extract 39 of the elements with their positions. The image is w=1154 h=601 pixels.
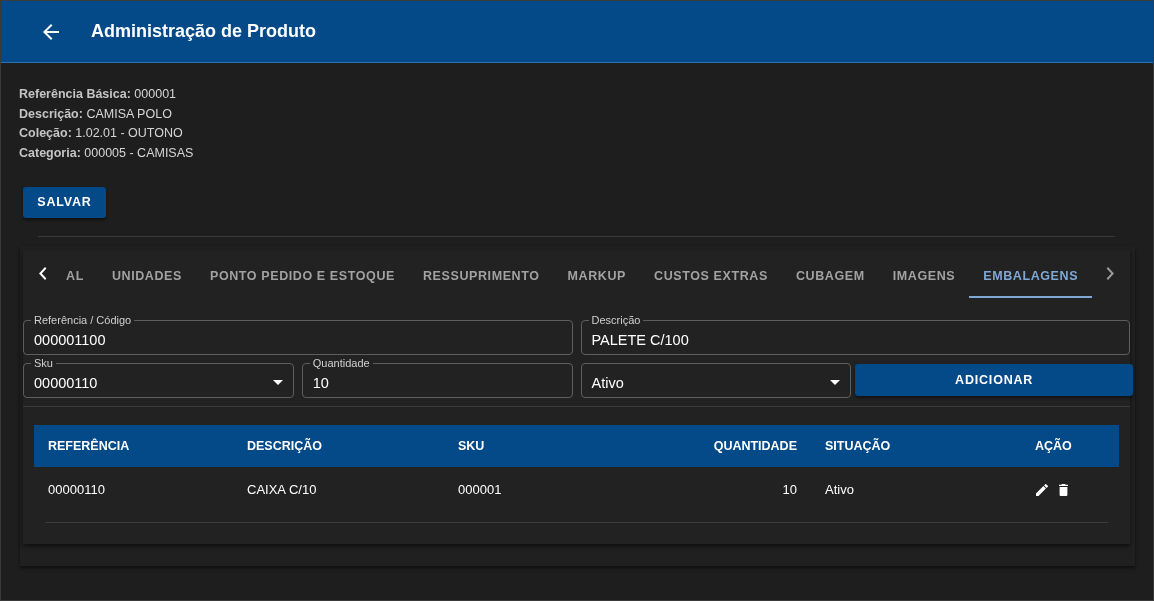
tab[interactable]: AL (63, 249, 98, 298)
product-info-line: Descrição: CAMISA POLO (19, 105, 173, 123)
chevron-right-icon[interactable] (1106, 267, 1114, 281)
tab[interactable]: RESSUPRIMENTO (408, 249, 554, 298)
select-field[interactable]: Ativo (580, 362, 852, 398)
column-header: QUANTIDADE (641, 424, 811, 467)
product-info-line: Categoria: 000005 - CAMISAS (19, 145, 195, 163)
column-header: DESCRIÇÃO (233, 424, 444, 467)
product-info-line: Coleção: 1.02.01 - OUTONO (19, 125, 184, 143)
product-info-line: Referência Básica: 000001 (19, 86, 178, 103)
tab[interactable]: MARKUP (553, 249, 641, 298)
caret-down-icon[interactable] (272, 380, 283, 386)
tab[interactable]: EMBALAGENS (969, 249, 1093, 298)
tab[interactable]: CUBAGEM (781, 249, 879, 298)
field-label: Descrição (588, 313, 644, 326)
tab[interactable]: CUSTOS EXTRAS (640, 249, 782, 298)
table-cell: 000001 (444, 466, 641, 512)
column-header: AÇÃO (1021, 424, 1119, 467)
table-cell: 10 (641, 466, 811, 512)
tab[interactable]: UNIDADES (97, 249, 196, 298)
column-header: REFERÊNCIA (34, 424, 233, 467)
trash-icon[interactable] (1059, 484, 1068, 497)
column-header: SKU (444, 424, 641, 467)
back-arrow-icon[interactable] (43, 23, 59, 40)
field-label: Quantidade (309, 356, 373, 369)
pencil-icon[interactable] (1036, 484, 1048, 497)
add-button[interactable]: ADICIONAR (855, 363, 1133, 396)
tab[interactable]: IMAGENS (878, 249, 970, 298)
table-cell: Ativo (811, 466, 1021, 512)
table-cell: CAIXA C/10 (233, 466, 444, 512)
tab[interactable]: PONTO PEDIDO E ESTOQUE (195, 249, 409, 298)
field-label: Referência / Código (31, 313, 135, 326)
field-label: Sku (31, 356, 56, 369)
column-header: SITUAÇÃO (811, 424, 1021, 467)
chevron-left-icon[interactable] (39, 267, 47, 281)
save-button[interactable]: SALVAR (23, 186, 106, 218)
page-title: Administração de Produto (91, 21, 317, 42)
caret-down-icon[interactable] (830, 380, 841, 386)
table-cell: 00000110 (34, 466, 233, 512)
